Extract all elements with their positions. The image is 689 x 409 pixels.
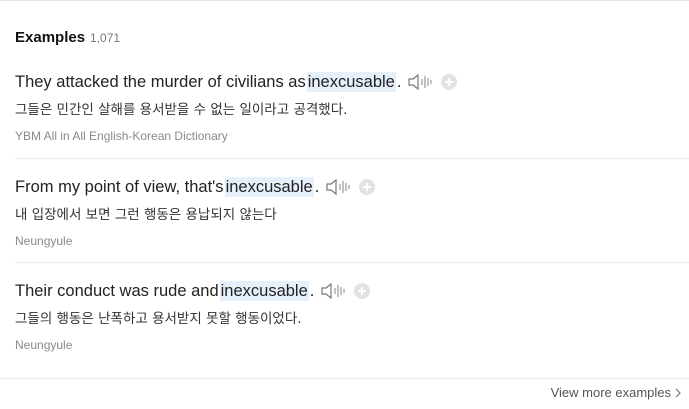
example-item: Their conduct was rude and inexcusable. …: [15, 281, 689, 352]
view-more-label: View more examples: [550, 385, 671, 400]
example-source: Neungyule: [15, 234, 73, 248]
keyword-highlight: inexcusable: [306, 72, 396, 92]
example-sentence: Their conduct was rude and inexcusable.: [15, 281, 689, 301]
keyword-highlight: inexcusable: [219, 281, 309, 301]
example-sentence: They attacked the murder of civilians as…: [15, 72, 689, 92]
example-divider: [15, 262, 689, 263]
speaker-icon[interactable]: [407, 72, 435, 92]
speaker-icon[interactable]: [320, 281, 348, 301]
sentence-end: .: [314, 178, 320, 196]
plus-icon[interactable]: [441, 74, 458, 90]
view-more-examples-link[interactable]: View more examples: [551, 385, 681, 400]
example-sentence: From my point of view, that's inexcusabl…: [15, 177, 689, 197]
keyword-highlight: inexcusable: [224, 177, 314, 197]
top-divider: [0, 0, 689, 1]
plus-icon[interactable]: [359, 179, 376, 195]
sentence-end: .: [309, 282, 315, 300]
example-item: They attacked the murder of civilians as…: [15, 72, 689, 143]
footer-divider: [0, 378, 689, 379]
example-translation: 내 입장에서 보면 그런 행동은 용납되지 않는다: [15, 207, 277, 223]
example-translation: 그들의 행동은 난폭하고 용서받지 못할 행동이었다.: [15, 311, 302, 327]
example-divider: [15, 158, 689, 159]
example-source: Neungyule: [15, 338, 73, 352]
example-item: From my point of view, that's inexcusabl…: [15, 177, 689, 248]
sentence-text: They attacked the murder of civilians as: [15, 73, 306, 91]
sentence-text: From my point of view, that's: [15, 178, 224, 196]
examples-count: 1,071: [90, 31, 121, 45]
sentence-text: Their conduct was rude and: [15, 282, 219, 300]
examples-header: Examples 1,071: [15, 29, 120, 46]
chevron-right-icon: [675, 388, 681, 397]
sentence-end: .: [396, 73, 402, 91]
example-source: YBM All in All English-Korean Dictionary: [15, 129, 228, 143]
example-translation: 그들은 민간인 살해를 용서받을 수 없는 일이라고 공격했다.: [15, 102, 348, 118]
speaker-icon[interactable]: [325, 177, 353, 197]
plus-icon[interactable]: [354, 283, 371, 299]
section-title: Examples: [15, 29, 86, 46]
